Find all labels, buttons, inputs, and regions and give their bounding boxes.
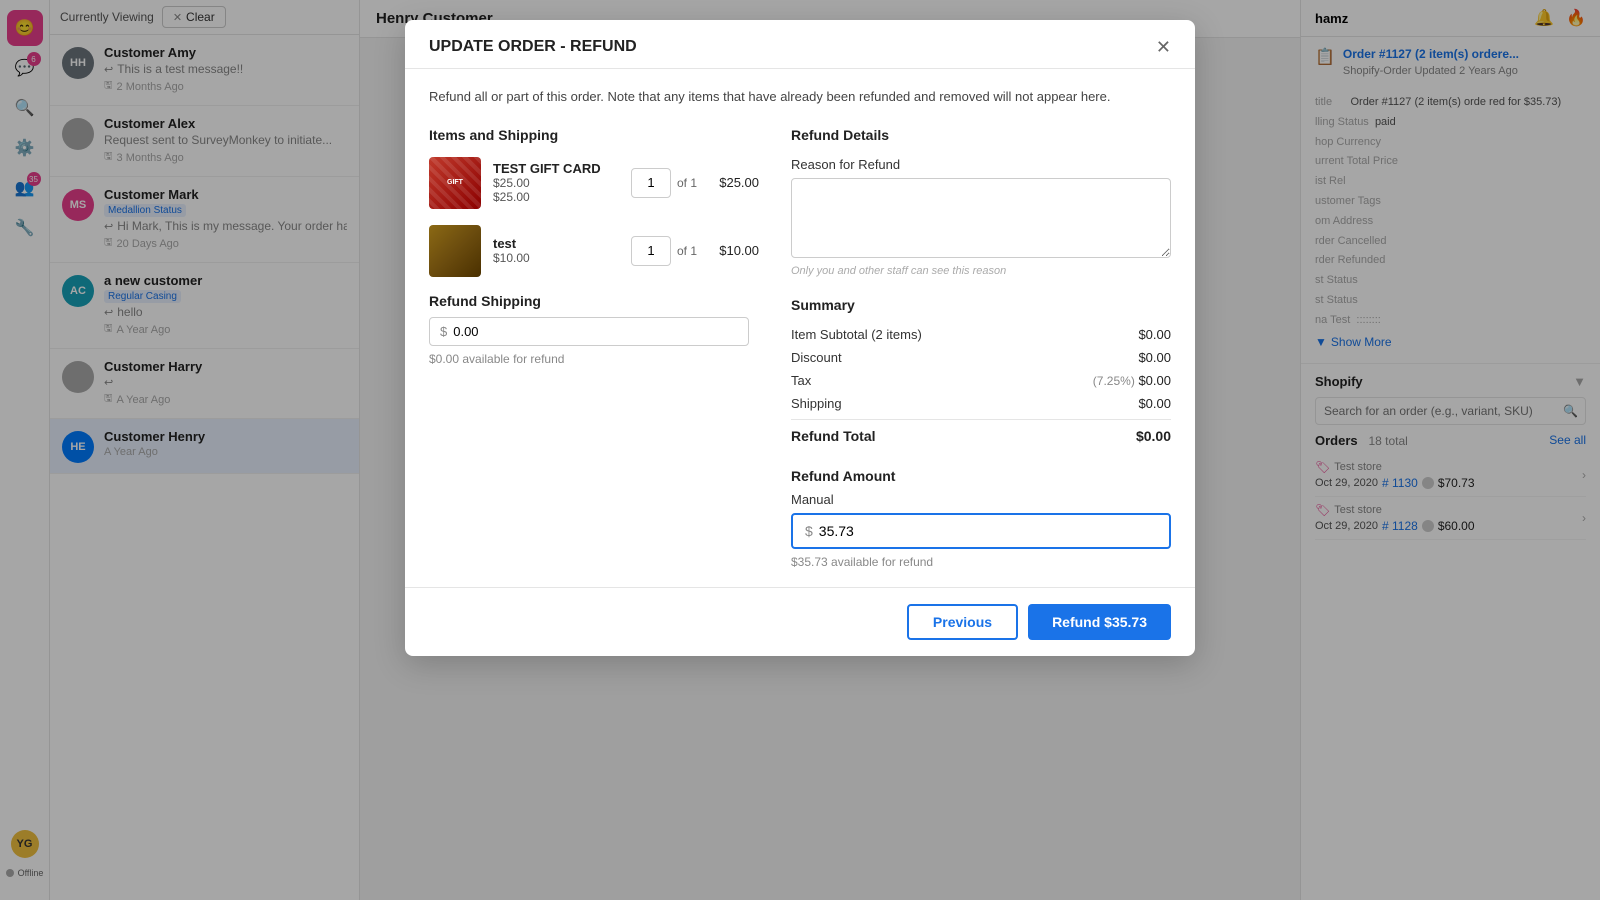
item-qty-area-giftcard: of 1	[631, 168, 697, 198]
refund-details-title: Refund Details	[791, 127, 1171, 143]
modal-header: UPDATE ORDER - REFUND ✕	[405, 20, 1195, 69]
reason-note: Only you and other staff can see this re…	[791, 265, 1171, 277]
summary-title: Summary	[791, 297, 1171, 313]
test-item-image	[429, 225, 481, 277]
gift-card-image: GIFT	[429, 157, 481, 209]
manual-input-wrap: $	[791, 513, 1171, 549]
shipping-input-wrap: $	[429, 317, 749, 346]
reason-textarea[interactable]	[791, 178, 1171, 258]
item-price-test: $10.00	[493, 251, 619, 265]
item-total-giftcard: $25.00	[709, 175, 759, 190]
modal-body: Refund all or part of this order. Note t…	[405, 69, 1195, 587]
refund-amount-title: Refund Amount	[791, 468, 1171, 484]
refund-amount-section: Refund Amount Manual $ $35.73 available …	[791, 468, 1171, 569]
summary-label-discount: Discount	[791, 350, 842, 365]
shipping-title: Refund Shipping	[429, 293, 759, 309]
modal-title: UPDATE ORDER - REFUND	[429, 38, 637, 56]
summary-section: Summary Item Subtotal (2 items) $0.00 Di…	[791, 297, 1171, 452]
modal-col-right: Refund Details Reason for Refund Only yo…	[791, 127, 1171, 569]
summary-row-tax: Tax (7.25%) $0.00	[791, 369, 1171, 392]
previous-button[interactable]: Previous	[907, 604, 1018, 640]
manual-label: Manual	[791, 492, 1171, 507]
modal-col-left: Items and Shipping GIFT TEST GIFT CARD $…	[429, 127, 759, 569]
item-row-test: test $10.00 of 1 $10.00	[429, 225, 759, 277]
item-qty-area-test: of 1	[631, 236, 697, 266]
refund-modal: UPDATE ORDER - REFUND ✕ Refund all or pa…	[405, 20, 1195, 656]
summary-total-label: Refund Total	[791, 428, 876, 444]
modal-overlay: UPDATE ORDER - REFUND ✕ Refund all or pa…	[0, 0, 1600, 900]
modal-close-button[interactable]: ✕	[1156, 38, 1171, 56]
summary-value-shipping: $0.00	[1138, 396, 1171, 411]
summary-label-tax: Tax	[791, 373, 811, 388]
item-total-test: $10.00	[709, 243, 759, 258]
shipping-input[interactable]	[453, 324, 738, 339]
summary-value-subtotal: $0.00	[1138, 327, 1171, 342]
item-details-giftcard: TEST GIFT CARD $25.00 $25.00	[493, 161, 619, 204]
item-qty-input-test[interactable]	[631, 236, 671, 266]
summary-value-discount: $0.00	[1138, 350, 1171, 365]
modal-two-col: Items and Shipping GIFT TEST GIFT CARD $…	[429, 127, 1171, 569]
summary-value-tax: (7.25%) $0.00	[1093, 373, 1171, 388]
item-name-giftcard: TEST GIFT CARD	[493, 161, 619, 176]
manual-amount-input[interactable]	[819, 523, 1157, 539]
item-price2-giftcard: $25.00	[493, 190, 619, 204]
item-of-giftcard: of 1	[677, 176, 697, 190]
item-row-giftcard: GIFT TEST GIFT CARD $25.00 $25.00 of 1	[429, 157, 759, 209]
summary-row-shipping: Shipping $0.00	[791, 392, 1171, 415]
shipping-section: Refund Shipping $ $0.00 available for re…	[429, 293, 759, 366]
summary-label-shipping: Shipping	[791, 396, 842, 411]
item-of-test: of 1	[677, 244, 697, 258]
summary-row-subtotal: Item Subtotal (2 items) $0.00	[791, 323, 1171, 346]
manual-dollar-icon: $	[805, 523, 813, 539]
modal-description: Refund all or part of this order. Note t…	[429, 87, 1171, 107]
refund-button[interactable]: Refund $35.73	[1028, 604, 1171, 640]
summary-total-value: $0.00	[1136, 428, 1171, 444]
item-price-giftcard: $25.00	[493, 176, 619, 190]
item-details-test: test $10.00	[493, 236, 619, 265]
gift-card-label: GIFT	[447, 178, 463, 187]
shipping-available-text: $0.00 available for refund	[429, 352, 759, 366]
modal-footer: Previous Refund $35.73	[405, 587, 1195, 656]
summary-total-row: Refund Total $0.00	[791, 419, 1171, 452]
summary-row-discount: Discount $0.00	[791, 346, 1171, 369]
summary-label-subtotal: Item Subtotal (2 items)	[791, 327, 922, 342]
item-name-test: test	[493, 236, 619, 251]
manual-available-text: $35.73 available for refund	[791, 555, 1171, 569]
item-qty-input-giftcard[interactable]	[631, 168, 671, 198]
reason-label: Reason for Refund	[791, 157, 1171, 172]
shipping-dollar-icon: $	[440, 324, 447, 339]
items-section-title: Items and Shipping	[429, 127, 759, 143]
